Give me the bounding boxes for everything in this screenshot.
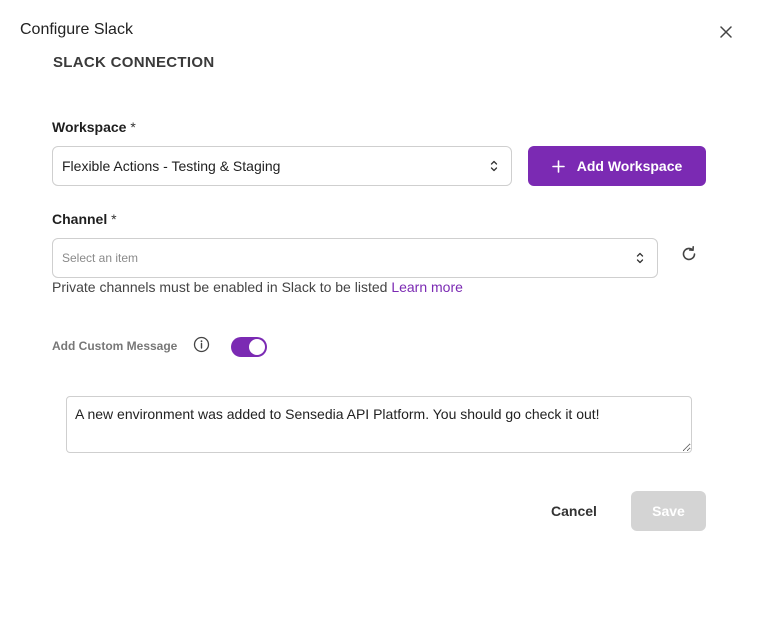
channel-label: Channel * — [52, 211, 117, 227]
workspace-required-mark: * — [130, 119, 136, 135]
channel-select-placeholder: Select an item — [62, 251, 139, 265]
plus-icon — [551, 159, 565, 173]
channel-select[interactable]: Select an item — [52, 238, 658, 278]
close-icon — [720, 26, 732, 38]
dialog-title: Configure Slack — [20, 21, 133, 38]
learn-more-link[interactable]: Learn more — [391, 279, 463, 295]
toggle-knob — [249, 339, 265, 355]
workspace-label-text: Workspace — [52, 119, 127, 135]
custom-message-label: Add Custom Message — [52, 339, 178, 353]
custom-message-toggle[interactable] — [231, 337, 267, 357]
workspace-select[interactable]: Flexible Actions - Testing & Staging — [52, 146, 512, 186]
channel-label-text: Channel — [52, 211, 108, 227]
save-button[interactable]: Save — [631, 491, 706, 531]
channel-helper-message: Private channels must be enabled in Slac… — [52, 279, 388, 295]
refresh-icon — [682, 246, 696, 261]
add-workspace-button[interactable]: Add Workspace — [528, 146, 706, 186]
info-icon[interactable] — [193, 336, 210, 353]
chevron-up-down-icon — [490, 160, 498, 172]
custom-message-textarea[interactable] — [66, 396, 692, 453]
configure-slack-dialog: Configure Slack SLACK CONNECTION Workspa… — [0, 0, 758, 618]
chevron-up-down-icon — [636, 252, 644, 264]
refresh-channels-button[interactable] — [680, 245, 700, 265]
channel-helper-text: Private channels must be enabled in Slac… — [52, 279, 463, 295]
close-button[interactable] — [716, 22, 736, 42]
workspace-label: Workspace * — [52, 119, 136, 135]
cancel-button[interactable]: Cancel — [533, 491, 615, 531]
workspace-select-value: Flexible Actions - Testing & Staging — [62, 158, 281, 174]
section-title: SLACK CONNECTION — [53, 54, 215, 71]
add-workspace-label: Add Workspace — [576, 158, 683, 174]
channel-required-mark: * — [111, 211, 117, 227]
